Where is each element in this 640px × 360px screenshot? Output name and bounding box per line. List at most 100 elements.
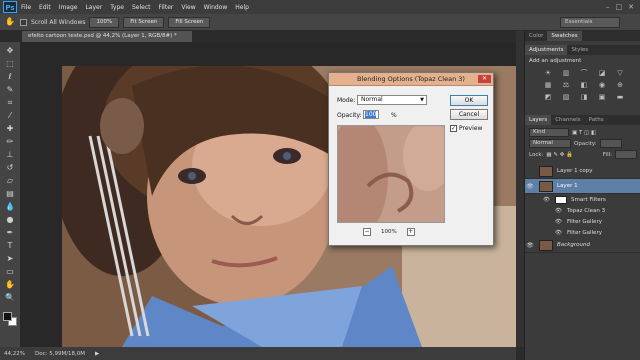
clone-stamp-tool-icon[interactable]: ⊥ (4, 150, 16, 160)
tab-styles[interactable]: Styles (567, 45, 592, 55)
menu-layer[interactable]: Layer (81, 4, 106, 11)
tab-adjustments[interactable]: Adjustments (525, 45, 568, 55)
menu-type[interactable]: Type (106, 4, 128, 11)
color-panel-tabs: Color Swatches (525, 31, 640, 41)
quick-select-tool-icon[interactable]: ✎ (4, 85, 16, 95)
filter-preview[interactable] (337, 125, 445, 223)
tab-paths[interactable]: Paths (585, 115, 608, 125)
eraser-tool-icon[interactable]: ▱ (4, 176, 16, 186)
levels-icon[interactable]: ▥ (561, 69, 571, 77)
zoom-level[interactable]: 44,22% (4, 351, 25, 357)
smart-filter-item[interactable]: 👁 Topaz Clean 3 (525, 205, 640, 216)
layer-row[interactable]: 👁 Background (525, 238, 640, 253)
scroll-all-checkbox[interactable] (20, 18, 27, 26)
visibility-icon[interactable]: 👁 (525, 183, 535, 190)
hand-tool-icon[interactable]: ✋ (4, 280, 16, 290)
fit-screen-button[interactable]: Fit Screen (123, 16, 165, 28)
threshold-icon[interactable]: ◨ (579, 93, 589, 101)
crop-tool-icon[interactable]: ⌗ (4, 98, 16, 108)
visibility-icon[interactable]: 👁 (525, 242, 535, 249)
gradient-map-icon[interactable]: ▬ (615, 93, 625, 101)
visibility-icon[interactable]: 👁 (543, 197, 551, 203)
menu-help[interactable]: Help (231, 4, 253, 11)
preview-checkbox[interactable]: ✓ Preview (450, 125, 482, 132)
dodge-tool-icon[interactable]: ● (4, 215, 16, 225)
shape-tool-icon[interactable]: ▭ (4, 267, 16, 277)
smart-filter-item[interactable]: 👁 Filter Gallery (525, 216, 640, 227)
vibrance-icon[interactable]: ▽ (615, 69, 625, 77)
menu-select[interactable]: Select (128, 4, 155, 11)
layer-thumbnail (539, 239, 553, 251)
mode-label: Mode: (337, 97, 356, 104)
visibility-icon[interactable]: 👁 (555, 230, 563, 236)
eyedropper-tool-icon[interactable]: ⁄ (4, 111, 16, 121)
tab-color[interactable]: Color (525, 31, 547, 41)
mode-select[interactable]: Normal ▼ (357, 95, 427, 105)
layer-row-selected[interactable]: 👁 Layer 1 (525, 179, 640, 194)
smart-filter-item[interactable]: 👁 Filter Gallery (525, 227, 640, 238)
kind-filter-select[interactable]: Kind (529, 128, 569, 137)
brush-tool-icon[interactable]: ✏ (4, 137, 16, 147)
close-icon[interactable]: ✕ (478, 75, 491, 83)
lock-icons[interactable]: ▦ ✎ ✥ 🔒 (546, 152, 573, 158)
zoom-100-button[interactable]: 100% (89, 16, 120, 28)
blur-tool-icon[interactable]: 💧 (4, 202, 16, 212)
dialog-title-bar[interactable]: Blending Options (Topaz Clean 3) ✕ (329, 73, 493, 86)
zoom-tool-icon[interactable]: 🔍 (4, 293, 16, 303)
channel-mixer-icon[interactable]: ⊕ (615, 81, 625, 89)
checkbox-checked-icon[interactable]: ✓ (450, 125, 457, 132)
layer-row[interactable]: Layer 1 copy (525, 164, 640, 179)
visibility-icon[interactable]: 👁 (555, 219, 563, 225)
lasso-tool-icon[interactable]: ℓ (4, 72, 16, 82)
type-tool-icon[interactable]: T (4, 241, 16, 251)
filter-icons[interactable]: ▣ T ◫ ◧ (572, 130, 596, 136)
opacity-input[interactable] (599, 139, 622, 148)
brightness-icon[interactable]: ☀ (543, 69, 553, 77)
path-select-tool-icon[interactable]: ➤ (4, 254, 16, 264)
gradient-tool-icon[interactable]: ▤ (4, 189, 16, 199)
photo-filter-icon[interactable]: ◉ (597, 81, 607, 89)
minimize-button[interactable]: – (606, 3, 610, 11)
color-balance-icon[interactable]: ⚖ (561, 81, 571, 89)
maximize-button[interactable]: □ (616, 3, 623, 11)
exposure-icon[interactable]: ◪ (597, 69, 607, 77)
cancel-button[interactable]: Cancel (450, 109, 488, 120)
close-window-button[interactable]: ✕ (628, 3, 634, 11)
fill-input[interactable] (615, 150, 637, 159)
menu-window[interactable]: Window (200, 4, 232, 11)
menu-filter[interactable]: Filter (155, 4, 178, 11)
healing-brush-tool-icon[interactable]: ✚ (4, 124, 16, 134)
fill-screen-button[interactable]: Fill Screen (168, 16, 211, 28)
black-white-icon[interactable]: ◧ (579, 81, 589, 89)
selective-color-icon[interactable]: ▣ (597, 93, 607, 101)
history-brush-tool-icon[interactable]: ↺ (4, 163, 16, 173)
visibility-icon[interactable]: 👁 (555, 208, 563, 214)
posterize-icon[interactable]: ▨ (561, 93, 571, 101)
opacity-input[interactable]: 100 (363, 110, 379, 119)
foreground-color-swatch[interactable] (3, 312, 12, 321)
menu-image[interactable]: Image (55, 4, 82, 11)
pen-tool-icon[interactable]: ✒ (4, 228, 16, 238)
menu-edit[interactable]: Edit (35, 4, 55, 11)
tab-layers[interactable]: Layers (525, 115, 552, 125)
zoom-out-icon[interactable]: − (363, 228, 371, 236)
smart-filters-row[interactable]: 👁 Smart Filters (525, 194, 640, 205)
move-tool-icon[interactable]: ✥ (4, 46, 16, 56)
tab-swatches[interactable]: Swatches (547, 31, 582, 41)
menu-view[interactable]: View (177, 4, 199, 11)
status-arrow-icon[interactable]: ▶ (95, 351, 99, 357)
ok-button[interactable]: OK (450, 95, 488, 106)
workspace-select[interactable]: Essentials (560, 16, 620, 28)
document-tab[interactable]: efeito cartoon teste.psd @ 44,2% (Layer … (22, 31, 192, 42)
curves-icon[interactable]: ⌒ (579, 69, 589, 77)
zoom-in-icon[interactable]: + (406, 228, 415, 236)
tab-channels[interactable]: Channels (551, 115, 584, 125)
marquee-tool-icon[interactable]: ⬚ (4, 59, 16, 69)
opacity-value: 100 (365, 111, 377, 118)
blend-mode-select[interactable]: Normal (529, 139, 571, 148)
color-swatches[interactable] (3, 312, 17, 326)
menu-file[interactable]: File (17, 4, 35, 11)
hue-saturation-icon[interactable]: ▦ (543, 81, 553, 89)
filter-name: Topaz Clean 3 (567, 207, 606, 214)
invert-icon[interactable]: ◩ (543, 93, 553, 101)
